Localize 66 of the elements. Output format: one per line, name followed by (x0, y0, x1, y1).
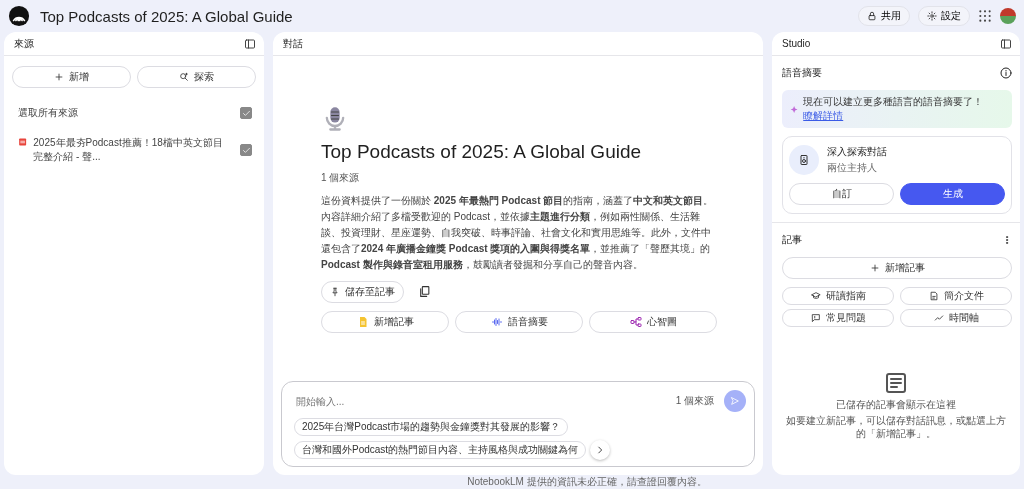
suggestion-chip[interactable]: 台灣和國外Podcast的熱門節目內容、主持風格與成功關鍵為何 (294, 441, 587, 459)
plus-icon (54, 72, 64, 82)
info-icon (1000, 67, 1012, 79)
sparkle-icon (790, 104, 799, 114)
note-tool-button[interactable]: 時間軸 (900, 309, 1012, 327)
panel-toggle-icon (244, 37, 256, 50)
explore-button[interactable]: 探索 (137, 66, 256, 88)
checkbox[interactable] (240, 144, 252, 156)
source-item[interactable]: 2025年最夯Podcast推薦！18檔中英文節目完整介紹 - 聲... (33, 136, 232, 164)
generate-button[interactable]: 生成 (900, 183, 1005, 205)
card-title: 深入探索對話 (827, 145, 887, 159)
checkbox[interactable] (240, 107, 252, 119)
send-button[interactable] (724, 390, 746, 412)
notes-icon (884, 370, 908, 395)
trend-line-icon (933, 313, 944, 323)
suggestion-chip[interactable]: 2025年台灣Podcast市場的趨勢與金鐘獎對其發展的影響？ (294, 418, 569, 436)
note-tool-button[interactable]: 研讀指南 (782, 287, 894, 305)
add-note-button[interactable]: 新增記事 (782, 257, 1012, 279)
graduation-cap-icon (810, 291, 821, 301)
notebook-heading: Top Podcasts of 2025: A Global Guide (321, 140, 643, 163)
card-subtitle: 兩位主持人 (827, 161, 878, 175)
note-tool-button[interactable]: 常見問題 (782, 309, 894, 327)
customize-button[interactable]: 自訂 (789, 183, 894, 205)
check-icon (241, 108, 251, 118)
disclaimer-text: NotebookLM 提供的資訊未必正確，請查證回覆內容。 (467, 475, 707, 489)
note-tool-button[interactable]: 簡介文件 (900, 287, 1012, 305)
copy-button[interactable] (418, 285, 431, 298)
plus-icon (869, 263, 880, 273)
document-icon (928, 291, 939, 301)
speaker-icon (798, 154, 810, 166)
save-to-notes-button[interactable]: 儲存至記事 (321, 280, 404, 303)
copy-icon (418, 285, 431, 298)
section-title: 記事 (782, 233, 802, 247)
chat-input-field[interactable]: 開始輸入... (294, 394, 666, 408)
empty-notes-title: 已儲存的記事會顯示在這裡 (836, 397, 956, 411)
settings-button[interactable]: 設定 (918, 6, 970, 26)
source-count: 1 個來源 (321, 170, 361, 185)
panel-title: 對話 (283, 36, 303, 51)
avatar[interactable] (1000, 8, 1016, 24)
lock-icon (867, 11, 877, 21)
send-icon (730, 395, 740, 407)
input-source-count: 1 個來源 (675, 394, 714, 408)
add-source-button[interactable]: 新增 (12, 66, 131, 88)
pin-icon (330, 286, 340, 297)
check-icon (241, 145, 251, 155)
empty-notes-hint: 如要建立新記事，可以儲存對話訊息，或點選上方的「新增記事」。 (785, 413, 1007, 440)
search-sparkle-icon (179, 72, 189, 82)
notebook-title: Top Podcasts of 2025: A Global Guide (40, 7, 294, 25)
summary-text: 這份資料提供了一份關於 2025 年最熱門 Podcast 節目的指南，涵蓋了中文和英文節目。內容詳細介紹了多檔受歡迎的 Podcast，並依據主題進行分類，例如兩性關係、生活雜談、投資理財、星座運勢、自我突破、時事評論、社會文化和實用思維等。此外，文件中還包含了2024 年廣播金鐘獎 Podcast 獎項的入圍與得獎名單，並推薦了「聲歷其境」的 Podcast 製作與錄音室租用服務，鼓勵讀者發掘和分享自己的聲音內容。 (321, 193, 715, 272)
banner-text: 現在可以建立更多種語言的語音摘要了！ (803, 96, 984, 107)
panel-title: 來源 (14, 36, 34, 51)
chat-bubble-icon (810, 313, 821, 323)
mind-map-button[interactable]: 心智圖 (589, 310, 717, 333)
share-button[interactable]: 共用 (858, 6, 910, 26)
learn-more-link[interactable]: 瞭解詳情 (803, 110, 844, 121)
mind-map-icon (629, 315, 642, 328)
audio-overview-button[interactable]: 語音摘要 (455, 310, 583, 333)
apps-grid-icon (978, 9, 992, 23)
next-button[interactable] (590, 440, 611, 460)
panel-toggle-icon (1000, 37, 1012, 50)
section-title: 語音摘要 (782, 66, 822, 80)
add-note-button[interactable]: 新增記事 (321, 310, 449, 333)
audio-wave-icon (490, 315, 503, 328)
select-all-label: 選取所有來源 (18, 106, 78, 120)
panel-title: Studio (782, 38, 811, 49)
pdf-file-icon (18, 136, 28, 148)
